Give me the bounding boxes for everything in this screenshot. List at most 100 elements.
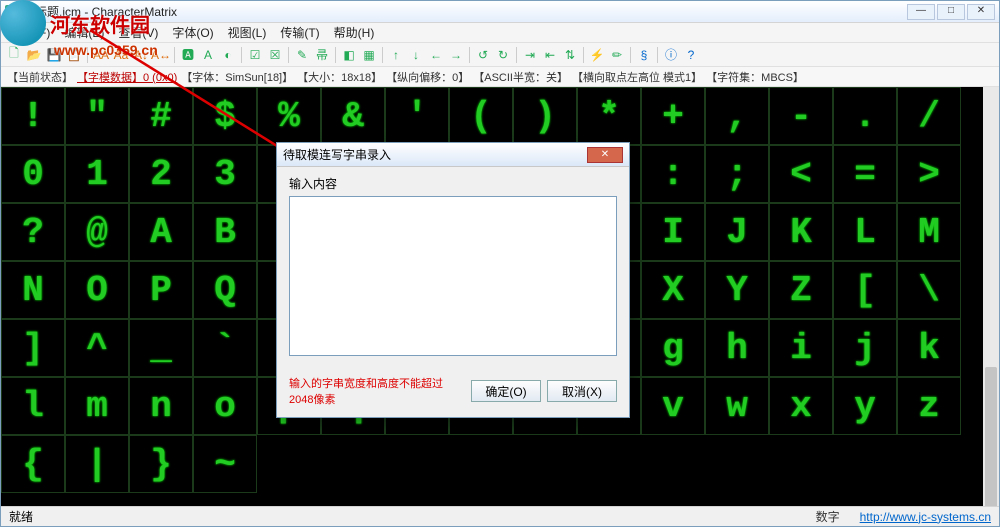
char-cell[interactable]: : [641,145,705,203]
char-cell[interactable]: ` [193,319,257,377]
char-cell[interactable]: w [705,377,769,435]
char-cell[interactable]: / [897,87,961,145]
char-cell[interactable]: i [769,319,833,377]
char-cell[interactable]: " [65,87,129,145]
char-cell[interactable]: ? [1,203,65,261]
char-cell[interactable]: K [769,203,833,261]
char-cell[interactable]: ^ [65,319,129,377]
char-cell[interactable]: ) [513,87,577,145]
char-cell[interactable]: J [705,203,769,261]
char-cell[interactable]: j [833,319,897,377]
char-cell[interactable]: Y [705,261,769,319]
dialog-close-button[interactable]: ✕ [587,147,623,163]
char-cell[interactable]: m [65,377,129,435]
char-cell[interactable]: { [1,435,65,493]
toolbar-button[interactable]: ◐ [219,46,237,64]
toolbar-button[interactable]: ↺ [474,46,492,64]
char-cell[interactable]: N [1,261,65,319]
menu-item[interactable]: 视图(L) [222,23,273,42]
char-cell[interactable]: > [897,145,961,203]
char-cell[interactable]: ; [705,145,769,203]
char-cell[interactable]: ' [385,87,449,145]
maximize-button[interactable]: □ [937,4,965,20]
char-cell[interactable]: - [769,87,833,145]
toolbar-button[interactable]: ▦ [360,46,378,64]
char-cell[interactable]: Q [193,261,257,319]
char-cell[interactable]: 1 [65,145,129,203]
char-cell[interactable]: B [193,203,257,261]
char-cell[interactable]: x [769,377,833,435]
char-cell[interactable]: n [129,377,193,435]
char-cell[interactable]: ] [1,319,65,377]
char-cell[interactable]: # [129,87,193,145]
scrollbar-thumb[interactable] [985,367,997,506]
char-cell[interactable]: % [257,87,321,145]
string-input[interactable] [289,196,617,356]
char-cell[interactable]: $ [193,87,257,145]
menu-item[interactable]: 字体(O) [166,23,219,42]
cancel-button[interactable]: 取消(X) [547,380,617,402]
toolbar-button[interactable]: ⇤ [541,46,559,64]
toolbar-button[interactable]: § [635,46,653,64]
toolbar-button[interactable]: ☒ [266,46,284,64]
char-cell[interactable]: < [769,145,833,203]
char-cell[interactable]: + [641,87,705,145]
toolbar-button[interactable]: ◧ [340,46,358,64]
char-cell[interactable]: O [65,261,129,319]
char-cell[interactable]: _ [129,319,193,377]
char-cell[interactable]: 3 [193,145,257,203]
toolbar-button[interactable]: ↓ [407,46,425,64]
toolbar-button[interactable]: 🅰 [179,46,197,64]
char-cell[interactable]: X [641,261,705,319]
toolbar-button[interactable]: ⓘ [662,46,680,64]
char-cell[interactable]: v [641,377,705,435]
char-cell[interactable]: \ [897,261,961,319]
toolbar-button[interactable]: 🗋 [5,46,23,64]
char-cell[interactable]: h [705,319,769,377]
toolbar-button[interactable]: 帚 [313,46,331,64]
vertical-scrollbar[interactable] [983,87,999,506]
char-cell[interactable]: * [577,87,641,145]
char-cell[interactable]: z [897,377,961,435]
char-cell[interactable]: y [833,377,897,435]
toolbar-button[interactable]: ⇥ [521,46,539,64]
char-cell[interactable]: L [833,203,897,261]
char-cell[interactable]: I [641,203,705,261]
char-cell[interactable]: | [65,435,129,493]
toolbar-button[interactable]: ← [427,46,445,64]
char-cell[interactable]: ! [1,87,65,145]
toolbar-button[interactable]: A [199,46,217,64]
toolbar-button[interactable]: ✏ [608,46,626,64]
status-link[interactable]: http://www.jc-systems.cn [860,510,991,524]
char-cell[interactable]: 2 [129,145,193,203]
char-cell[interactable]: & [321,87,385,145]
toolbar-button[interactable]: 📂 [25,46,43,64]
ok-button[interactable]: 确定(O) [471,380,541,402]
toolbar-button[interactable]: ↑ [387,46,405,64]
char-cell[interactable]: @ [65,203,129,261]
char-cell[interactable]: ~ [193,435,257,493]
char-cell[interactable]: A [129,203,193,261]
minimize-button[interactable]: — [907,4,935,20]
char-cell[interactable]: l [1,377,65,435]
toolbar-button[interactable]: ⚡ [588,46,606,64]
toolbar-button[interactable]: ? [682,46,700,64]
char-cell[interactable]: 0 [1,145,65,203]
toolbar-button[interactable]: ↻ [494,46,512,64]
char-cell[interactable]: . [833,87,897,145]
char-cell[interactable]: o [193,377,257,435]
toolbar-button[interactable]: ⇅ [561,46,579,64]
char-cell[interactable]: } [129,435,193,493]
menu-item[interactable]: 传输(T) [274,23,325,42]
char-cell[interactable]: g [641,319,705,377]
menu-item[interactable]: 帮助(H) [328,23,381,42]
char-cell[interactable]: ( [449,87,513,145]
toolbar-button[interactable]: → [447,46,465,64]
char-cell[interactable]: k [897,319,961,377]
toolbar-button[interactable]: ✎ [293,46,311,64]
close-button[interactable]: ✕ [967,4,995,20]
toolbar-button[interactable]: ☑ [246,46,264,64]
char-cell[interactable]: , [705,87,769,145]
char-cell[interactable]: [ [833,261,897,319]
char-cell[interactable]: P [129,261,193,319]
